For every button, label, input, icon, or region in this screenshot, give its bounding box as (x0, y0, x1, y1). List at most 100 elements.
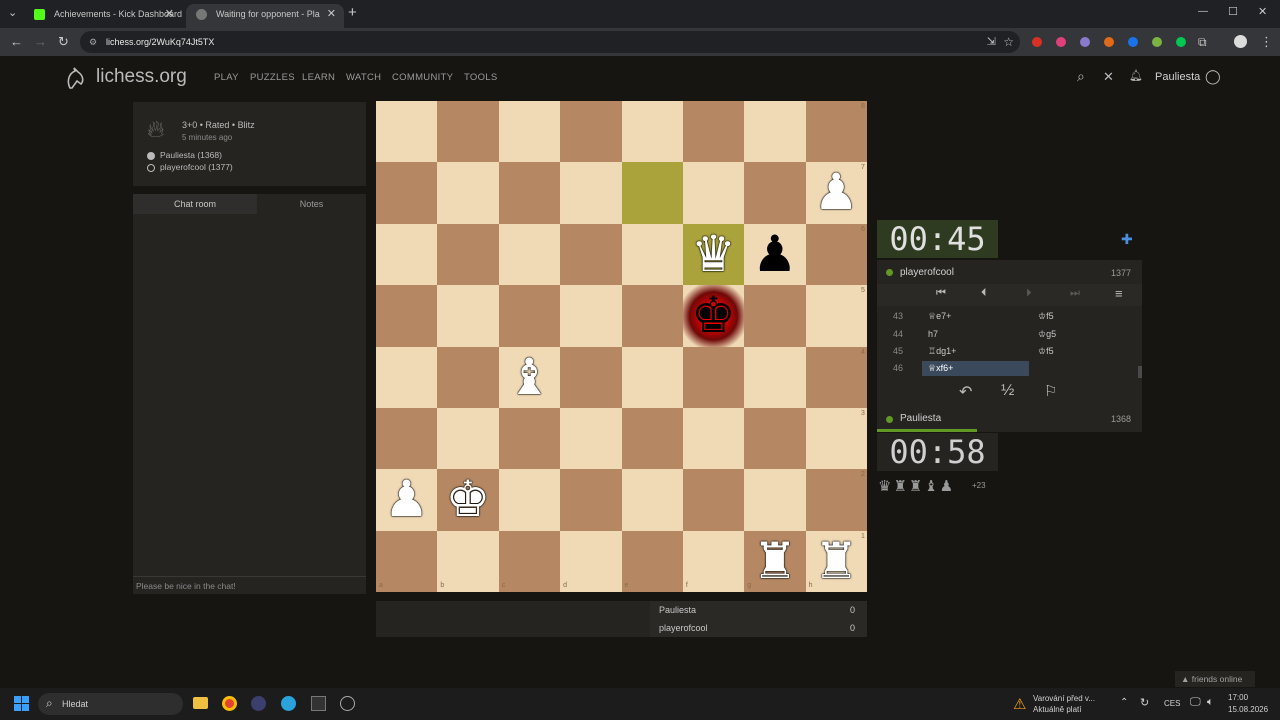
extension-shield-icon[interactable] (1128, 37, 1138, 47)
piece-white-g1[interactable]: ♜ (744, 531, 805, 592)
extension-play-icon[interactable] (1176, 37, 1186, 47)
tab-kick-dashboard[interactable]: Achievements - Kick Dashboard ✕ (24, 4, 182, 28)
square-d8[interactable] (560, 101, 622, 163)
square-f8[interactable] (682, 101, 745, 163)
square-a1[interactable] (376, 530, 438, 592)
nav-watch[interactable]: WATCH (346, 72, 381, 83)
move-white[interactable]: ♖dg1+ (928, 343, 956, 360)
square-a7[interactable] (376, 162, 438, 224)
move-menu-icon[interactable]: ≡ (1115, 286, 1123, 301)
last-move-icon[interactable]: ⏭ (1070, 287, 1080, 300)
square-c2[interactable] (498, 469, 561, 531)
chess-board[interactable]: ♟ ♛ ♟ ♚ ♝ ♟ ♚ ♜ ♜ 8 7 6 5 4 3 2 1 a b c d e f g h (376, 101, 867, 592)
square-b5[interactable] (437, 285, 499, 347)
square-e2[interactable] (621, 469, 683, 531)
square-e6[interactable] (621, 223, 683, 286)
nav-tools[interactable]: TOOLS (464, 72, 498, 83)
tray-chevron-icon[interactable]: ⌃ (1120, 697, 1128, 708)
tab-close-icon[interactable]: ✕ (165, 4, 174, 24)
next-move-icon[interactable]: ⏵ (1026, 287, 1032, 300)
piece-white-b2[interactable]: ♚ (437, 469, 498, 530)
nav-play[interactable]: PLAY (214, 72, 239, 83)
square-e1[interactable] (621, 530, 683, 592)
friends-online-button[interactable]: ▲ friends online (1175, 671, 1255, 687)
minimize-icon[interactable]: — (1198, 6, 1208, 17)
tab-chat-room[interactable]: Chat room (133, 194, 257, 214)
nav-puzzles[interactable]: PUZZLES (250, 72, 295, 83)
first-move-icon[interactable]: ⏮ (936, 287, 946, 300)
username-link[interactable]: Pauliesta (1155, 71, 1200, 83)
square-a6[interactable] (376, 223, 438, 286)
square-h8[interactable] (805, 101, 867, 163)
install-app-icon[interactable]: ⇲ (987, 31, 996, 53)
extension-fox-icon[interactable] (1104, 37, 1114, 47)
prev-move-icon[interactable]: ⏴ (981, 287, 987, 300)
square-b1[interactable] (437, 530, 499, 592)
score-player-1[interactable]: Pauliesta (659, 605, 696, 615)
lichess-logo-icon[interactable] (62, 66, 88, 92)
volume-icon[interactable]: 🔈︎ (1207, 696, 1214, 709)
square-d7[interactable] (560, 162, 622, 224)
square-b7[interactable] (437, 162, 499, 224)
piece-black-f5[interactable]: ♚ (683, 285, 744, 346)
square-d4[interactable] (560, 346, 622, 408)
language-indicator[interactable]: CES (1164, 699, 1180, 708)
piece-white-f6[interactable]: ♛ (683, 224, 744, 285)
square-h2[interactable] (805, 469, 867, 531)
tab-menu-icon[interactable]: ⌄ (8, 6, 17, 19)
extension-leaf-icon[interactable] (1152, 37, 1162, 47)
square-a4[interactable] (376, 346, 438, 408)
nav-community[interactable]: COMMUNITY (392, 72, 453, 83)
opponent-name[interactable]: playerofcool (900, 267, 954, 278)
window-close-icon[interactable]: ✕ (1258, 5, 1267, 18)
square-e5[interactable] (621, 285, 683, 347)
clock-time[interactable]: 17:00 (1228, 693, 1248, 702)
notifications-bell-icon[interactable]: 🔔︎ (1129, 69, 1143, 82)
extension-cloud-icon[interactable] (1080, 37, 1090, 47)
square-e4[interactable] (621, 346, 683, 408)
move-black[interactable]: ♔f5 (1038, 343, 1054, 360)
square-g5[interactable] (744, 285, 806, 347)
square-e8[interactable] (621, 101, 683, 163)
piece-white-c4[interactable]: ♝ (499, 347, 560, 408)
resign-flag-icon[interactable]: ⚐ (1044, 382, 1057, 400)
square-d1[interactable] (560, 530, 622, 592)
square-c1[interactable] (498, 530, 561, 592)
chat-input[interactable]: Please be nice in the chat! (133, 576, 366, 594)
maximize-icon[interactable]: ☐ (1228, 5, 1238, 18)
obs-icon[interactable] (251, 696, 266, 711)
extensions-icon[interactable]: ⧉ (1198, 34, 1207, 50)
square-b4[interactable] (437, 346, 499, 408)
bookmark-star-icon[interactable]: ☆ (1003, 31, 1014, 53)
square-h5[interactable] (805, 285, 867, 347)
square-f7[interactable] (682, 162, 745, 224)
square-f4[interactable] (682, 346, 745, 408)
browser-menu-icon[interactable]: ⋮ (1260, 34, 1273, 50)
square-h3[interactable] (805, 407, 867, 470)
profile-avatar-icon[interactable] (1234, 35, 1247, 48)
telegram-icon[interactable] (281, 696, 296, 711)
tray-sync-icon[interactable]: ↻ (1140, 696, 1149, 709)
square-h6[interactable] (805, 223, 867, 286)
square-g7[interactable] (744, 162, 806, 224)
extension-ublock-icon[interactable] (1056, 37, 1066, 47)
windows-start-icon[interactable] (14, 696, 29, 711)
move-white[interactable]: h7 (928, 326, 938, 343)
square-d2[interactable] (560, 469, 622, 531)
tab-lichess[interactable]: Waiting for opponent - Pla ✕ (186, 4, 344, 28)
network-icon[interactable]: 🖵︎ (1190, 696, 1201, 709)
moves-scrollbar[interactable] (1138, 366, 1142, 378)
square-a8[interactable] (376, 101, 438, 163)
square-g8[interactable] (744, 101, 806, 163)
square-g2[interactable] (744, 469, 806, 531)
nav-learn[interactable]: LEARN (302, 72, 335, 83)
square-d5[interactable] (560, 285, 622, 347)
weather-warning-icon[interactable]: ⚠ (1013, 695, 1026, 713)
square-c5[interactable] (498, 285, 561, 347)
square-e3[interactable] (621, 407, 683, 470)
piece-white-a2[interactable]: ♟ (376, 469, 437, 530)
url-input[interactable]: ⚙ lichess.org/2WuKq74Jt5TX ⇲ ☆ (80, 31, 1020, 53)
square-a3[interactable] (376, 407, 438, 470)
move-black[interactable]: ♔g5 (1038, 326, 1056, 343)
move-white-current[interactable]: ♕xf6+ (928, 360, 953, 377)
